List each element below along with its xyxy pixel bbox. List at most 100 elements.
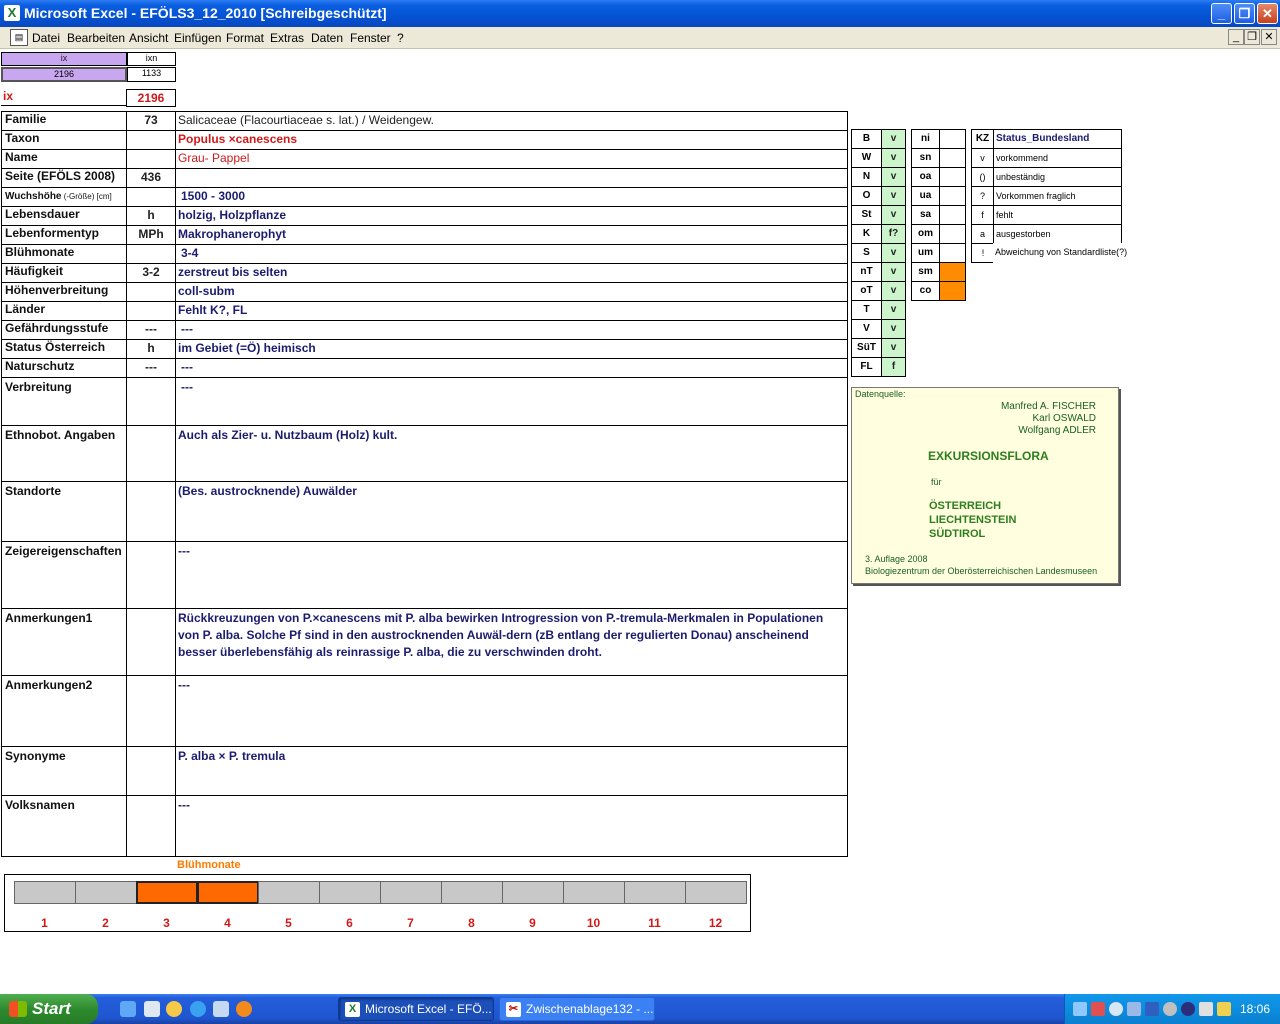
menu-extras[interactable]: Extras — [270, 31, 304, 45]
row-value[interactable]: holzig, Holzpflanze — [175, 206, 848, 226]
hoehenstufe-flag[interactable] — [939, 243, 966, 263]
legend-kz[interactable]: () — [971, 167, 994, 187]
ix-value-cell[interactable]: 2196 — [1, 67, 127, 82]
menu-help[interactable]: ? — [397, 31, 404, 45]
bundesland-code[interactable]: N — [851, 167, 882, 187]
ixn-value-cell[interactable]: 1133 — [127, 67, 176, 82]
row-label[interactable]: Taxon — [1, 130, 127, 150]
hoehenstufe-code[interactable]: sm — [911, 262, 940, 282]
legend-kz[interactable]: ? — [971, 186, 994, 206]
printer-icon[interactable] — [1199, 1002, 1213, 1016]
bundesland-status[interactable]: v — [881, 281, 906, 301]
bundesland-status[interactable]: v — [881, 148, 906, 168]
hoehenstufe-flag[interactable] — [939, 148, 966, 168]
row-code[interactable] — [126, 481, 176, 542]
row-code[interactable] — [126, 795, 176, 857]
row-code[interactable] — [126, 746, 176, 796]
legend-kz[interactable]: v — [971, 148, 994, 168]
firefox-icon[interactable] — [236, 1001, 252, 1017]
ix-header-cell[interactable]: ix — [1, 52, 127, 66]
hoehenstufe-code[interactable]: om — [911, 224, 940, 244]
ix-big-cell[interactable]: 2196 — [126, 89, 176, 107]
row-label[interactable]: Familie — [1, 111, 127, 131]
row-label[interactable]: Wuchshöhe (-Größe) [cm] — [1, 187, 127, 207]
hoehenstufe-flag[interactable] — [939, 186, 966, 206]
menu-bearbeiten[interactable]: Bearbeiten — [67, 31, 125, 45]
row-label[interactable]: Lebensdauer — [1, 206, 127, 226]
ix-label-cell[interactable]: ix — [1, 89, 127, 106]
hoehenstufe-code[interactable]: um — [911, 243, 940, 263]
row-code[interactable] — [126, 608, 176, 676]
row-value[interactable]: --- — [175, 675, 848, 747]
legend-text[interactable]: vorkommend — [993, 148, 1122, 168]
search-icon[interactable] — [1109, 1002, 1123, 1016]
menu-datei[interactable]: Datei — [32, 31, 60, 45]
hoehenstufe-code[interactable]: co — [911, 281, 940, 301]
info-icon[interactable] — [1181, 1002, 1195, 1016]
legend-text[interactable]: ausgestorben — [993, 224, 1122, 244]
row-code[interactable]: h — [126, 339, 176, 359]
hoehenstufe-code[interactable]: oa — [911, 167, 940, 187]
row-label[interactable]: Lebenformentyp — [1, 225, 127, 245]
bundesland-status[interactable]: f — [881, 357, 906, 377]
row-label[interactable]: Ethnobot. Angaben — [1, 425, 127, 482]
hoehenstufe-flag[interactable] — [939, 224, 966, 244]
row-label[interactable]: Höhenverbreitung — [1, 282, 127, 302]
bundesland-status[interactable]: v — [881, 300, 906, 320]
bundesland-status[interactable]: v — [881, 338, 906, 358]
row-label[interactable]: Synonyme — [1, 746, 127, 796]
excel-app-icon[interactable]: X — [4, 5, 20, 21]
bundesland-status[interactable]: v — [881, 167, 906, 187]
row-label[interactable]: Status Österreich — [1, 339, 127, 359]
legend-kz[interactable]: f — [971, 205, 994, 225]
hoehenstufe-flag[interactable] — [939, 167, 966, 187]
network-icon[interactable] — [1073, 1002, 1087, 1016]
bundesland-code[interactable]: SüT — [851, 338, 882, 358]
bundesland-status[interactable]: v — [881, 319, 906, 339]
row-code[interactable] — [126, 425, 176, 482]
row-label[interactable]: Anmerkungen1 — [1, 608, 127, 676]
bundesland-status[interactable]: v — [881, 186, 906, 206]
bundesland-status[interactable]: v — [881, 243, 906, 263]
menu-einfuegen[interactable]: Einfügen — [174, 31, 221, 45]
hoehenstufe-flag[interactable] — [939, 262, 966, 282]
menu-daten[interactable]: Daten — [311, 31, 343, 45]
row-code[interactable] — [126, 130, 176, 150]
row-value[interactable] — [175, 168, 848, 188]
row-value[interactable]: Populus ×canescens — [175, 130, 848, 150]
legend-text[interactable]: Abweichung von Standardliste(?) — [993, 243, 1127, 263]
row-value[interactable]: coll-subm — [175, 282, 848, 302]
row-value[interactable]: --- — [175, 541, 848, 609]
row-code[interactable] — [126, 244, 176, 264]
outlook-icon[interactable] — [213, 1001, 229, 1017]
row-code[interactable] — [126, 149, 176, 169]
bundesland-status[interactable]: v — [881, 205, 906, 225]
hoehenstufe-flag[interactable] — [939, 205, 966, 225]
bundesland-code[interactable]: T — [851, 300, 882, 320]
menu-ansicht[interactable]: Ansicht — [129, 31, 168, 45]
row-label[interactable]: Länder — [1, 301, 127, 321]
security-icon[interactable] — [1091, 1002, 1105, 1016]
bundesland-status[interactable]: v — [881, 129, 906, 149]
row-value[interactable]: Fehlt K?, FL — [175, 301, 848, 321]
row-label[interactable]: Seite (EFÖLS 2008) — [1, 168, 127, 188]
legend-status-header[interactable]: Status_Bundesland — [993, 129, 1122, 149]
bundesland-code[interactable]: W — [851, 148, 882, 168]
row-value[interactable]: --- — [175, 320, 848, 340]
row-code[interactable] — [126, 541, 176, 609]
row-value[interactable]: 1500 - 3000 — [175, 187, 848, 207]
legend-kz-header[interactable]: KZ — [971, 129, 994, 149]
menu-format[interactable]: Format — [226, 31, 264, 45]
bundesland-code[interactable]: O — [851, 186, 882, 206]
row-value[interactable]: --- — [175, 377, 848, 426]
task-zwischenablage[interactable]: ✂ Zwischenablage132 - ... — [499, 997, 655, 1021]
legend-kz[interactable]: a — [971, 224, 994, 244]
row-value[interactable]: zerstreut bis selten — [175, 263, 848, 283]
row-label[interactable]: Häufigkeit — [1, 263, 127, 283]
bundesland-status[interactable]: v — [881, 262, 906, 282]
row-value[interactable]: --- — [175, 358, 848, 378]
media-player-icon[interactable] — [166, 1001, 182, 1017]
row-value[interactable]: Auch als Zier- u. Nutzbaum (Holz) kult. — [175, 425, 848, 482]
hoehenstufe-code[interactable]: sn — [911, 148, 940, 168]
legend-text[interactable]: Vorkommen fraglich — [993, 186, 1122, 206]
